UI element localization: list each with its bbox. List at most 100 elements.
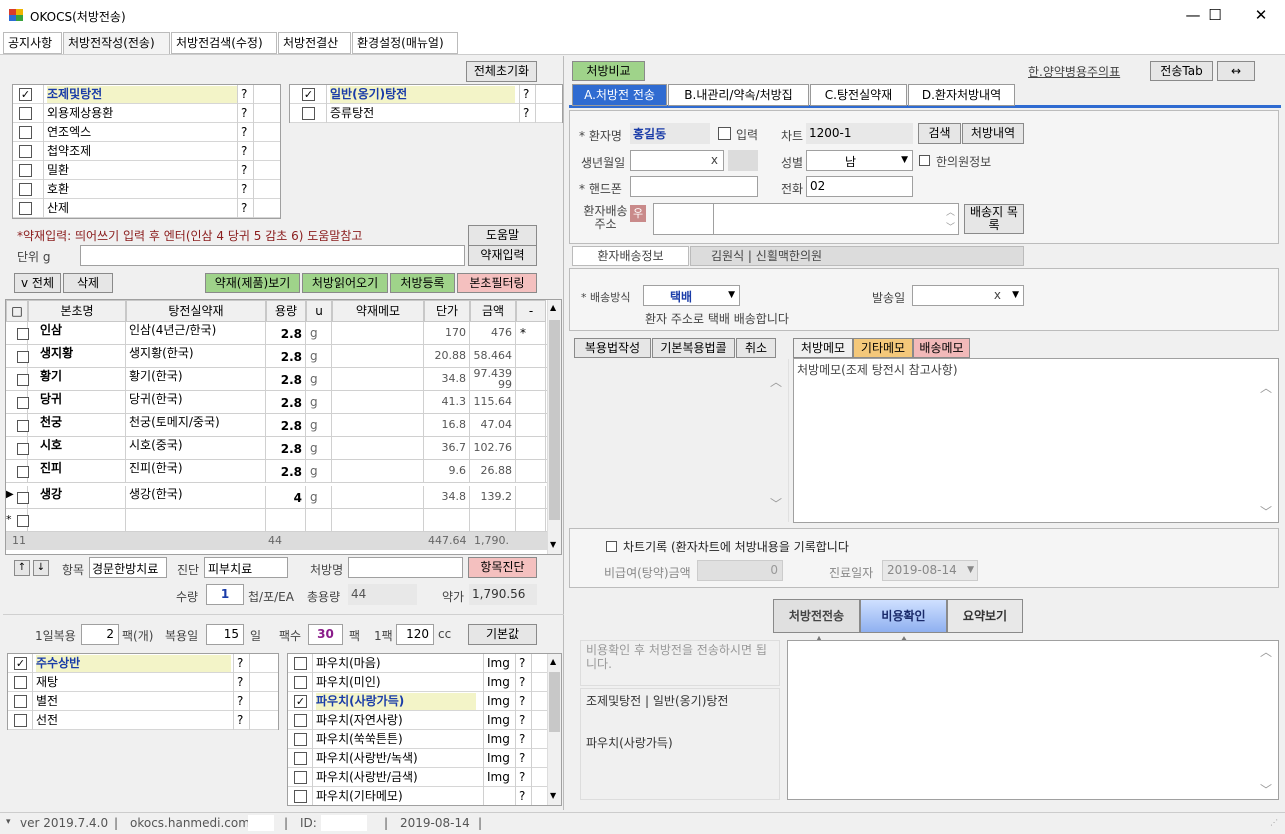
menu-rx-search[interactable]: 처방전검색(수정) <box>171 32 277 54</box>
sex-select[interactable]: 남 ▼ <box>806 150 913 171</box>
pouch-row-checkbox[interactable] <box>294 733 307 746</box>
send-date-input[interactable]: x ▼ <box>912 285 1024 306</box>
help-icon[interactable]: ? <box>241 125 247 139</box>
dose-cancel-button[interactable]: 취소 <box>736 338 776 358</box>
help-icon[interactable]: ? <box>519 675 525 689</box>
help-icon[interactable]: ? <box>241 201 247 215</box>
help-icon[interactable]: ? <box>519 751 525 765</box>
input-checkbox[interactable] <box>718 127 731 140</box>
days-input[interactable]: 15 <box>206 624 244 645</box>
help-icon[interactable]: ? <box>241 87 247 101</box>
help-icon[interactable]: ? <box>237 656 243 670</box>
help-button[interactable]: 도움말 <box>468 225 537 246</box>
pouch-row[interactable]: 파우치(자연사랑) Img? <box>288 711 561 730</box>
help-icon[interactable]: ? <box>519 694 525 708</box>
help-icon[interactable]: ? <box>241 163 247 177</box>
patient-name-input[interactable]: 홍길동 <box>630 123 710 144</box>
scroll-thumb[interactable] <box>549 320 560 520</box>
address-input[interactable]: ︿ ﹀ <box>713 203 959 235</box>
memo-textarea[interactable]: 처방메모(조제 탕전시 참고사항) ︿ ﹀ <box>793 358 1279 523</box>
image-preview-link[interactable]: Img <box>487 656 510 670</box>
prep-type-row[interactable]: 밀환? <box>13 161 280 180</box>
extra-option-row[interactable]: 재탕? <box>8 673 278 692</box>
select-all-button[interactable]: v 전체 <box>14 273 61 293</box>
extra-option-row-checkbox[interactable] <box>14 676 27 689</box>
herb-amount[interactable]: 2.8 <box>266 369 302 391</box>
decoct-type-row-checkbox[interactable]: ✓ <box>302 88 315 101</box>
herb-row[interactable]: 진피 진피(한국) 2.8 g 9.6 26.88 <box>6 460 547 483</box>
help-icon[interactable]: ? <box>237 694 243 708</box>
help-icon[interactable]: ? <box>519 713 525 727</box>
extra-option-row[interactable]: ✓ 주수상반? <box>8 654 278 673</box>
prep-type-row[interactable]: 첩약조제? <box>13 142 280 161</box>
image-preview-link[interactable]: Img <box>487 694 510 708</box>
tab-ship-memo[interactable]: 배송메모 <box>913 338 970 358</box>
rx-compare-button[interactable]: 처방비교 <box>572 61 645 81</box>
help-icon[interactable]: ? <box>519 732 525 746</box>
pouch-row[interactable]: 파우치(마음) Img? <box>288 654 561 673</box>
tab-rx-memo[interactable]: 처방메모 <box>793 338 853 358</box>
herb-row-checkbox[interactable] <box>17 515 29 527</box>
rx-history-button[interactable]: 처방내역 <box>962 123 1024 144</box>
pouch-row[interactable]: ✓ 파우치(사랑가득) Img? <box>288 692 561 711</box>
pouch-row[interactable]: 파우치(사랑반/녹색) Img? <box>288 749 561 768</box>
ship-method-select[interactable]: 택배 ▼ <box>643 285 740 306</box>
decoct-type-row[interactable]: 증류탕전? <box>290 104 562 123</box>
extra-option-row-checkbox[interactable]: ✓ <box>14 657 27 670</box>
menu-rx-write[interactable]: 처방전작성(전송) <box>63 32 170 54</box>
herb-amount[interactable]: 4 <box>266 487 302 509</box>
decoct-type-row[interactable]: ✓ 일반(옹기)탕전? <box>290 85 562 104</box>
tab-patient-history[interactable]: D.환자처방내역 <box>908 84 1015 106</box>
prep-type-row[interactable]: 산제? <box>13 199 280 218</box>
tel-input[interactable]: 02 <box>806 176 913 197</box>
summary-button[interactable]: 요약보기 <box>947 599 1023 633</box>
mobile-input[interactable] <box>630 176 758 197</box>
herb-amount[interactable]: 2.8 <box>266 415 302 437</box>
pouch-list-scrollbar[interactable]: ▲ ▼ <box>547 654 561 805</box>
extra-option-row[interactable]: 별전? <box>8 692 278 711</box>
dose-default-button[interactable]: 기본복용법콜 <box>652 338 735 358</box>
rx-send-button[interactable]: 처방전전송 <box>773 599 860 633</box>
tab-clinic-info[interactable]: 김원식 | 신횔맥한의원 <box>690 246 1024 266</box>
pouch-row[interactable]: 파우치(미인) Img? <box>288 673 561 692</box>
herb-row-checkbox[interactable] <box>17 492 29 504</box>
menu-settings[interactable]: 환경설정(매뉴얼) <box>352 32 458 54</box>
grid-column-header[interactable]: - <box>516 300 546 322</box>
move-up-button[interactable]: ↑ <box>14 560 30 576</box>
herb-filter-button[interactable]: 본초필터링 <box>457 273 537 293</box>
menu-notice[interactable]: 공지사항 <box>3 32 62 54</box>
result-textarea[interactable]: ︿ ﹀ <box>787 640 1279 800</box>
pouch-scroll-thumb[interactable] <box>549 672 560 732</box>
help-icon[interactable]: ? <box>237 675 243 689</box>
reset-all-button[interactable]: 전체초기화 <box>466 61 537 82</box>
image-preview-link[interactable]: Img <box>487 770 510 784</box>
image-preview-link[interactable]: Img <box>487 732 510 746</box>
dose-write-button[interactable]: 복용법작성 <box>574 338 651 358</box>
cost-check-button[interactable]: 비용확인 <box>860 599 947 633</box>
caution-table-link[interactable]: 한.양약병용주의표 <box>1028 63 1120 80</box>
birth-input[interactable]: x <box>630 150 724 171</box>
new-herb-row[interactable]: * <box>6 509 547 532</box>
delete-button[interactable]: 삭제 <box>63 273 113 293</box>
send-date-clear-icon[interactable]: x <box>994 288 1001 302</box>
grid-column-header[interactable]: 용량 <box>266 300 306 322</box>
help-icon[interactable]: ? <box>519 770 525 784</box>
herb-view-button[interactable]: 약재(제품)보기 <box>205 273 300 293</box>
pouch-row-checkbox[interactable] <box>294 657 307 670</box>
tab-other-memo[interactable]: 기타메모 <box>853 338 913 358</box>
help-icon[interactable]: ? <box>241 182 247 196</box>
birth-clear-icon[interactable]: x <box>711 153 718 167</box>
help-icon[interactable]: ? <box>519 789 525 803</box>
herb-row-checkbox[interactable] <box>17 420 29 432</box>
herb-grid-scrollbar[interactable]: ▲ ▼ <box>547 300 561 554</box>
move-down-button[interactable]: ↓ <box>33 560 49 576</box>
rx-name-input[interactable] <box>348 557 463 578</box>
image-preview-link[interactable]: Img <box>487 751 510 765</box>
tab-herbs[interactable]: C.탕전실약재 <box>810 84 907 106</box>
prep-type-row-checkbox[interactable] <box>19 183 32 196</box>
tab-rx-send[interactable]: A.처방전 전송 <box>572 84 667 106</box>
grid-column-header[interactable]: u <box>306 300 332 322</box>
image-preview-link[interactable]: Img <box>487 713 510 727</box>
zip-input[interactable] <box>653 203 714 235</box>
grid-column-header[interactable]: 금액 <box>470 300 516 322</box>
